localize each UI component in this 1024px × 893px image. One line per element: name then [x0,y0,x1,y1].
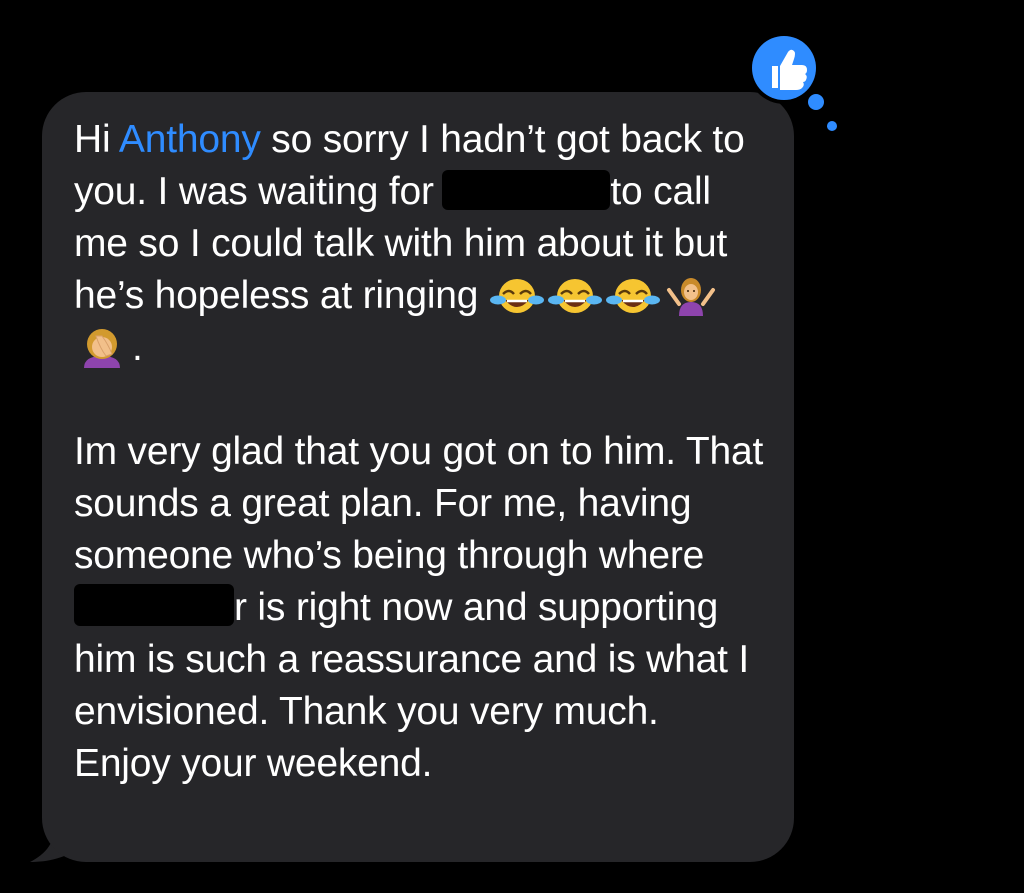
tapback-thumbs-up[interactable] [742,30,842,134]
message-paragraph-1: Hi Anthony so sorry I hadn’t got back to… [74,114,764,374]
facepalm-woman-emoji [74,326,130,368]
tears-of-joy-emoji [605,274,661,316]
redacted-name [74,584,234,626]
mention-link[interactable]: Anthony [119,118,261,161]
received-message-bubble[interactable]: Hi Anthony so sorry I hadn’t got back to… [42,92,794,862]
conversation-view: Hi Anthony so sorry I hadn’t got back to… [0,0,1024,893]
tears-of-joy-emoji [547,274,603,316]
tears-of-joy-emoji [489,274,545,316]
shrugging-woman-emoji [663,274,719,316]
end-punctuation: . [132,326,143,369]
greeting-text: Hi [74,118,119,161]
message-text: Im very glad that you got on to him. Tha… [74,430,764,577]
message-paragraph-2: Im very glad that you got on to him. Tha… [74,426,764,790]
redacted-name [442,170,611,210]
